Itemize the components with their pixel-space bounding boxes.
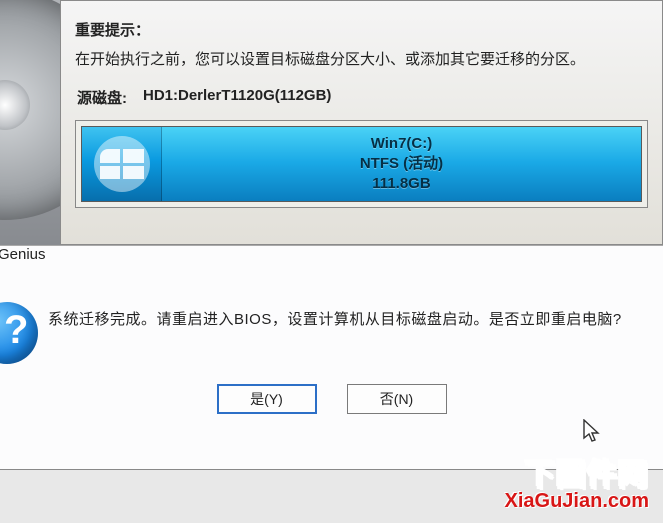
partition-fs: NTFS (活动)	[360, 154, 443, 174]
yes-button[interactable]: 是(Y)	[217, 384, 317, 414]
dialog-message: 系统迁移完成。请重启进入BIOS，设置计算机从目标磁盘启动。是否立即重启电脑?	[48, 308, 622, 329]
question-icon	[0, 302, 38, 364]
source-disk-value: HD1:DerlerT1120G(112GB)	[143, 87, 331, 108]
watermark-line2: XiaGuJian.com	[505, 490, 650, 513]
partition-name: Win7(C:)	[371, 134, 433, 154]
source-disk-label: 源磁盘:	[77, 87, 143, 108]
source-disk-row: 源磁盘: HD1:DerlerT1120G(112GB)	[75, 87, 648, 108]
no-button[interactable]: 否(N)	[347, 384, 447, 414]
windows-flag-icon	[94, 136, 150, 192]
dialog-title: Genius	[0, 244, 52, 265]
partition-bar[interactable]: Win7(C:) NTFS (活动) 111.8GB	[81, 126, 642, 202]
tip-title: 重要提示：	[75, 19, 648, 40]
tip-text: 在开始执行之前，您可以设置目标磁盘分区大小、或添加其它要迁移的分区。	[75, 48, 648, 69]
migration-window: 重要提示： 在开始执行之前，您可以设置目标磁盘分区大小、或添加其它要迁移的分区。…	[60, 0, 663, 245]
partition-icon-area	[82, 127, 162, 201]
dialog-button-row: 是(Y) 否(N)	[0, 384, 663, 414]
partition-size: 111.8GB	[372, 174, 430, 194]
hard-disk-illustration	[0, 0, 60, 245]
confirm-dialog: Genius 系统迁移完成。请重启进入BIOS，设置计算机从目标磁盘启动。是否立…	[0, 245, 663, 470]
partition-info: Win7(C:) NTFS (活动) 111.8GB	[162, 127, 641, 201]
partition-bar-container: Win7(C:) NTFS (活动) 111.8GB	[75, 120, 648, 208]
